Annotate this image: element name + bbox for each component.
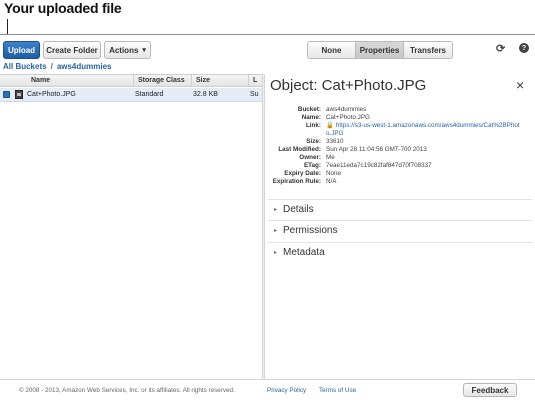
property-label: Expiration Rule:	[272, 178, 321, 185]
help-icon[interactable]: ?	[519, 43, 529, 53]
section-details[interactable]: ▸ Details	[268, 199, 532, 220]
table-header: Name Storage Class Size L	[0, 74, 262, 87]
column-divider	[133, 75, 134, 86]
property-label: Link:	[305, 122, 321, 129]
header-size[interactable]: Size	[196, 77, 210, 84]
property-value: 33610	[326, 138, 344, 145]
close-icon[interactable]: ×	[516, 77, 524, 93]
refresh-icon[interactable]: ⟳	[496, 42, 505, 55]
section-permissions[interactable]: ▸ Permissions	[268, 220, 532, 241]
property-label: Bucket:	[297, 106, 321, 113]
chevron-right-icon: ▸	[274, 207, 278, 213]
row-storage-class: Standard	[135, 91, 164, 98]
toolbar: Upload Create Folder Actions ▾ None Prop…	[0, 35, 535, 63]
header-name[interactable]: Name	[31, 77, 50, 84]
callout-label: Your uploaded file	[4, 0, 122, 16]
lock-icon: 🔒	[326, 122, 334, 129]
property-label: Name:	[301, 114, 321, 121]
properties-title: Object: Cat+Photo.JPG	[270, 77, 427, 94]
row-select-checkbox[interactable]	[3, 91, 10, 98]
property-value: Sun Apr 28 11:04:56 GMT-700 2013	[326, 146, 427, 153]
breadcrumb-separator: /	[50, 62, 53, 71]
properties-panel: Object: Cat+Photo.JPG × Bucket: aws4dumm…	[265, 74, 535, 379]
s3-console-window: Upload Create Folder Actions ▾ None Prop…	[0, 34, 535, 400]
header-last-modified[interactable]: L	[253, 77, 257, 84]
privacy-policy-link[interactable]: Privacy Policy	[267, 387, 306, 394]
section-label[interactable]: Details	[283, 204, 314, 215]
property-value: None	[326, 170, 342, 177]
row-last-modified: Su	[250, 91, 259, 98]
chevron-right-icon: ▸	[274, 228, 278, 234]
property-value: Me	[326, 154, 335, 161]
actions-button[interactable]: Actions ▾	[104, 41, 151, 59]
view-properties-button[interactable]: Properties	[356, 42, 404, 58]
property-label: ETag:	[303, 162, 321, 169]
section-metadata[interactable]: ▸ Metadata	[268, 242, 532, 263]
header-storage-class[interactable]: Storage Class	[138, 77, 185, 84]
property-label: Last Modified:	[278, 146, 321, 153]
upload-button[interactable]: Upload	[3, 41, 40, 59]
table-row[interactable]: Cat+Photo.JPG Standard 32.8 KB Su	[0, 88, 262, 102]
property-value: N/A	[326, 178, 337, 185]
create-folder-button[interactable]: Create Folder	[43, 41, 101, 59]
terms-of-use-link[interactable]: Terms of Use	[319, 387, 356, 394]
property-label: Owner:	[299, 154, 321, 161]
property-value: Cat+Photo.JPG	[326, 114, 370, 121]
actions-label: Actions	[109, 45, 139, 55]
chevron-down-icon: ▾	[142, 47, 146, 54]
property-label: Size:	[306, 138, 321, 145]
feedback-button[interactable]: Feedback	[463, 383, 517, 397]
view-transfers-button[interactable]: Transfers	[404, 42, 452, 58]
link-url-line2[interactable]: o.JPG	[326, 130, 344, 138]
breadcrumb-all-buckets[interactable]: All Buckets	[3, 62, 47, 71]
file-icon	[15, 90, 23, 99]
row-file-name[interactable]: Cat+Photo.JPG	[27, 91, 76, 98]
property-value: 7eae11eda7c19c82faf847d70f708337	[326, 162, 432, 169]
chevron-right-icon: ▸	[274, 250, 278, 256]
row-size: 32.8 KB	[193, 91, 218, 98]
object-link[interactable]: 🔒 https://s3-us-west-1.amazonaws.com/aws4…	[326, 122, 520, 130]
section-label[interactable]: Metadata	[283, 247, 325, 258]
object-table: Name Storage Class Size L Cat+Photo.JPG …	[0, 74, 262, 379]
property-label: Expiry Date:	[284, 170, 321, 177]
link-url-line1[interactable]: https://s3-us-west-1.amazonaws.com/aws4d…	[336, 122, 520, 129]
breadcrumb: All Buckets / aws4dummies	[3, 62, 112, 71]
property-value: aws4dummies	[326, 106, 367, 113]
copyright-text: © 2008 - 2013, Amazon Web Services, Inc.…	[19, 387, 235, 394]
footer: © 2008 - 2013, Amazon Web Services, Inc.…	[0, 379, 535, 400]
column-divider	[248, 75, 249, 86]
view-switcher: None Properties Transfers	[307, 41, 453, 59]
view-none-button[interactable]: None	[308, 42, 356, 58]
section-label[interactable]: Permissions	[283, 225, 337, 236]
column-divider	[191, 75, 192, 86]
breadcrumb-current-bucket[interactable]: aws4dummies	[57, 62, 112, 71]
